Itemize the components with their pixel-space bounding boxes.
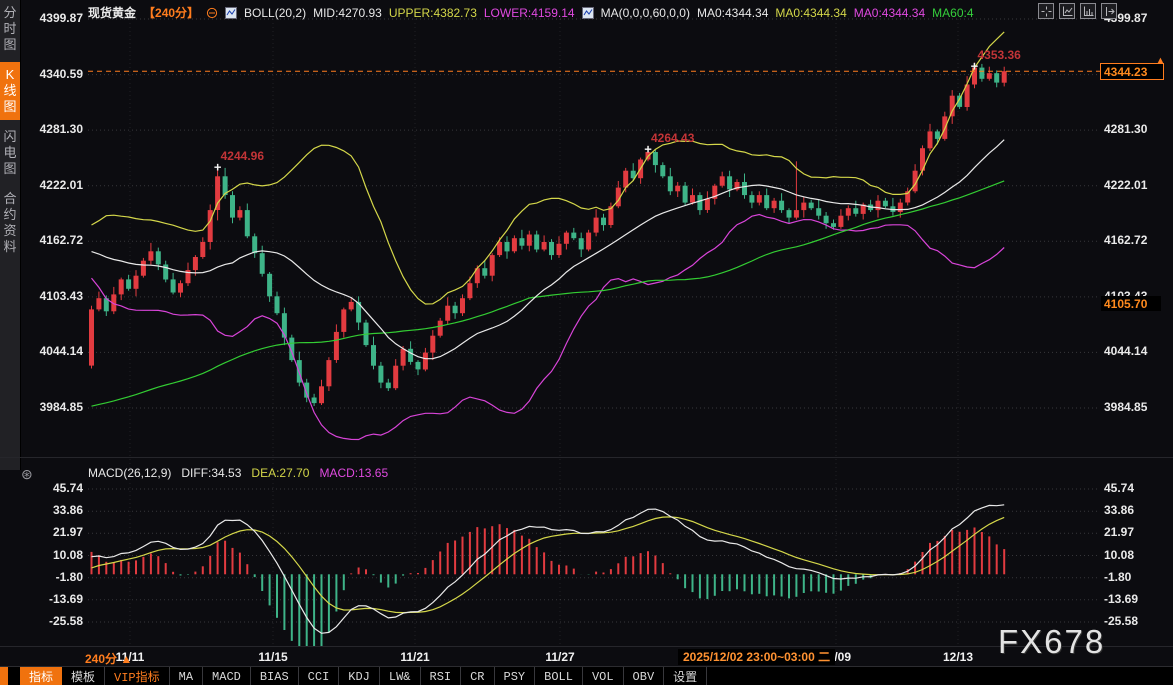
toolbar-item[interactable]: MA [170,667,203,685]
ma0-value-2: MA0:4344.34 [775,6,846,20]
toolbar-item[interactable]: 模板 [62,667,105,685]
macd-axis-label: -25.58 [27,614,83,628]
ma0-value-3: MA0:4344.34 [854,6,925,20]
sidebar-item[interactable]: 闪电图 [0,124,20,182]
collapse-panel-icon[interactable] [1101,3,1117,19]
price-up-arrow-icon: ▲ [1155,55,1166,67]
toolbar-item[interactable]: 设置 [664,667,707,685]
toolbar-item[interactable]: CCI [299,667,340,685]
price-axis-label: 4281.30 [1104,122,1160,136]
price-annotation: 4264.43 [651,131,694,145]
macd-axis-label: 33.86 [1104,503,1160,517]
indicator-icon[interactable] [225,7,237,19]
toolbar-item[interactable]: BOLL [535,667,583,685]
price-axis-label: 4162.72 [1104,233,1160,247]
macd-axis-label: 21.97 [1104,525,1160,539]
price-axis-label: 4044.14 [27,344,83,358]
x-axis-date: 11/15 [258,650,287,664]
link-icon[interactable] [206,7,218,19]
toolbar-item[interactable]: 指标 [20,667,62,685]
indicator-toolbar: 指标模板VIP指标MAMACDBIASCCIKDJLW&RSICRPSYBOLL… [0,666,1173,685]
peak-marker-icon: + [644,142,652,157]
x-axis-date: 11/21 [400,650,429,664]
toolbar-item[interactable]: VIP指标 [105,667,170,685]
macd-axis-label: 45.74 [27,481,83,495]
toolbar-item[interactable]: KDJ [339,667,380,685]
price-axis-label: 4044.14 [1104,344,1160,358]
price-axis-label: 4399.87 [27,11,83,25]
price-annotation: 4244.96 [221,149,264,163]
price-axis-label: 4281.30 [27,122,83,136]
macd-axis-label: 10.08 [27,548,83,562]
macd-axis-label: 45.74 [1104,481,1160,495]
panel-divider [0,457,1173,458]
toolbar-item[interactable]: BIAS [251,667,299,685]
ma-label: MA(0,0,0,60,0,0) [601,6,690,20]
x-axis-date: 12/13 [943,650,973,664]
chart-tools [1038,3,1117,19]
instrument-title: 现货黄金 [88,4,136,21]
period-selector[interactable]: 240分 ▲ [85,650,132,667]
macd-label: MACD(26,12,9) [88,466,171,480]
toolbar-item[interactable]: CR [461,667,494,685]
price-annotation: 4353.36 [977,48,1020,62]
macd-axis-label: -1.80 [27,570,83,584]
macd-legend: MACD(26,12,9) DIFF:34.53 DEA:27.70 MACD:… [88,466,388,480]
boll-lower-value: LOWER:4159.14 [484,6,575,20]
ma0-value-1: MA0:4344.34 [697,6,768,20]
price-axis-label: 4162.72 [27,233,83,247]
alert-price-badge: 4105.70 [1101,296,1161,311]
period-tag: 【240分】 [143,4,199,21]
x-axis-date: 11/27 [545,650,574,664]
sidebar-item[interactable]: 分时图 [0,0,20,58]
chart-bars-icon[interactable] [1080,3,1096,19]
toolbar-item[interactable]: OBV [624,667,665,685]
toolbar-item[interactable]: LW& [380,667,421,685]
boll-mid-value: MID:4270.93 [313,6,382,20]
peak-marker-icon: + [214,160,222,175]
toolbar-item[interactable]: PSY [495,667,536,685]
toolbar-item[interactable]: MACD [203,667,251,685]
time-tooltip: 2025/12/02 23:00~03:00 二 [678,649,835,665]
candlesticks [89,63,1007,406]
price-axis-label: 3984.85 [27,400,83,414]
chart-layout-icon[interactable] [1059,3,1075,19]
toolbar-item[interactable]: VOL [583,667,624,685]
trading-app-window: 分时图 K线图闪电图合约资料 ⊛ 现货黄金 【240分】 BOLL(20,2) M… [0,0,1173,685]
chart-canvas[interactable] [0,0,1173,685]
macd-axis-label: -13.69 [1104,592,1160,606]
crosshair-icon[interactable] [1038,3,1054,19]
macd-value: MACD:13.65 [319,466,388,480]
indicator-icon[interactable] [582,7,594,19]
price-axis-label: 3984.85 [1104,400,1160,414]
price-axis-label: 4340.59 [27,67,83,81]
sidebar: 分时图 K线图闪电图合约资料 [0,0,21,470]
sidebar-item[interactable]: K线图 [0,62,20,120]
peak-marker-icon: + [971,59,979,74]
sidebar-item[interactable]: 合约资料 [0,186,20,260]
macd-dea-value: DEA:27.70 [251,466,309,480]
toolbar-accent [0,667,8,685]
macd-diff-value: DIFF:34.53 [181,466,241,480]
macd-axis-label: 21.97 [27,525,83,539]
overlay-lines [92,32,1005,440]
indicator-settings-icon[interactable]: ⊛ [21,466,33,483]
macd-axis-label: 10.08 [1104,548,1160,562]
macd-axis-label: -13.69 [27,592,83,606]
macd-axis-label: -25.58 [1104,614,1160,628]
ma60-value: MA60:4 [932,6,973,20]
macd-axis-label: -1.80 [1104,570,1160,584]
price-axis-label: 4222.01 [27,178,83,192]
price-axis-label: 4222.01 [1104,178,1160,192]
price-axis-label: 4103.43 [27,289,83,303]
boll-upper-value: UPPER:4382.73 [389,6,477,20]
main-legend: 现货黄金 【240分】 BOLL(20,2) MID:4270.93 UPPER… [88,4,974,21]
watermark: FX678 [998,623,1105,661]
macd-axis-label: 33.86 [27,503,83,517]
boll-label: BOLL(20,2) [244,6,306,20]
toolbar-item[interactable]: RSI [421,667,462,685]
macd-panel [92,505,1005,657]
period-dropdown-arrow-icon: ▲ [120,652,132,666]
